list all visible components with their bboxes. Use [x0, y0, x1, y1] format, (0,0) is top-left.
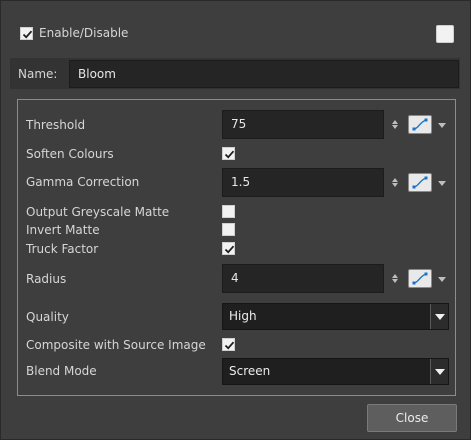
- truck-factor-checkbox[interactable]: [222, 242, 235, 255]
- color-swatch-button[interactable]: [436, 25, 454, 43]
- gamma-correction-label: Gamma Correction: [26, 175, 140, 189]
- output-greyscale-matte-label: Output Greyscale Matte: [26, 205, 170, 219]
- truck-factor-label: Truck Factor: [26, 242, 99, 256]
- enable-disable-label: Enable/Disable: [39, 26, 129, 40]
- quality-value: High: [229, 309, 257, 323]
- name-label: Name:: [18, 67, 58, 81]
- soften-colours-checkbox[interactable]: [222, 147, 235, 160]
- threshold-label: Threshold: [26, 118, 86, 132]
- close-button[interactable]: Close: [367, 404, 457, 432]
- checkmark-icon: [224, 341, 235, 350]
- invert-matte-label: Invert Matte: [26, 223, 100, 237]
- checkmark-icon: [224, 245, 235, 254]
- name-input[interactable]: Bloom: [69, 60, 459, 88]
- soften-colours-label: Soften Colours: [26, 147, 114, 161]
- checkmark-icon: [224, 150, 235, 159]
- threshold-menu-chevron-down-icon[interactable]: [438, 123, 446, 128]
- threshold-spinner-icon[interactable]: [391, 120, 399, 129]
- gamma-correction-menu-chevron-down-icon[interactable]: [438, 181, 446, 186]
- radius-spinner-icon[interactable]: [391, 274, 399, 283]
- composite-with-source-image-label: Composite with Source Image: [26, 338, 206, 352]
- invert-matte-checkbox[interactable]: [222, 223, 235, 236]
- quality-dropdown[interactable]: High: [222, 303, 449, 330]
- enable-disable-checkbox[interactable]: [20, 27, 33, 40]
- threshold-function-icon[interactable]: [408, 115, 432, 134]
- threshold-input[interactable]: 75: [222, 110, 384, 139]
- radius-input[interactable]: 4: [222, 264, 384, 293]
- gamma-correction-spinner-icon[interactable]: [391, 178, 399, 187]
- blend-mode-value: Screen: [229, 364, 271, 378]
- radius-label: Radius: [26, 272, 67, 286]
- blend-mode-dropdown[interactable]: Screen: [222, 358, 449, 385]
- blend-mode-chevron-down-icon[interactable]: [430, 359, 448, 384]
- output-greyscale-matte-checkbox[interactable]: [222, 205, 235, 218]
- radius-menu-chevron-down-icon[interactable]: [438, 277, 446, 282]
- gamma-correction-function-icon[interactable]: [408, 173, 432, 192]
- bloom-effect-dialog: Enable/Disable Name: Bloom Threshold 75 …: [0, 0, 471, 440]
- quality-chevron-down-icon[interactable]: [430, 304, 448, 329]
- composite-with-source-image-checkbox[interactable]: [222, 338, 235, 351]
- quality-label: Quality: [26, 310, 69, 324]
- blend-mode-label: Blend Mode: [26, 364, 97, 378]
- gamma-correction-input[interactable]: 1.5: [222, 168, 384, 197]
- checkmark-icon: [22, 30, 33, 39]
- radius-function-icon[interactable]: [408, 269, 432, 288]
